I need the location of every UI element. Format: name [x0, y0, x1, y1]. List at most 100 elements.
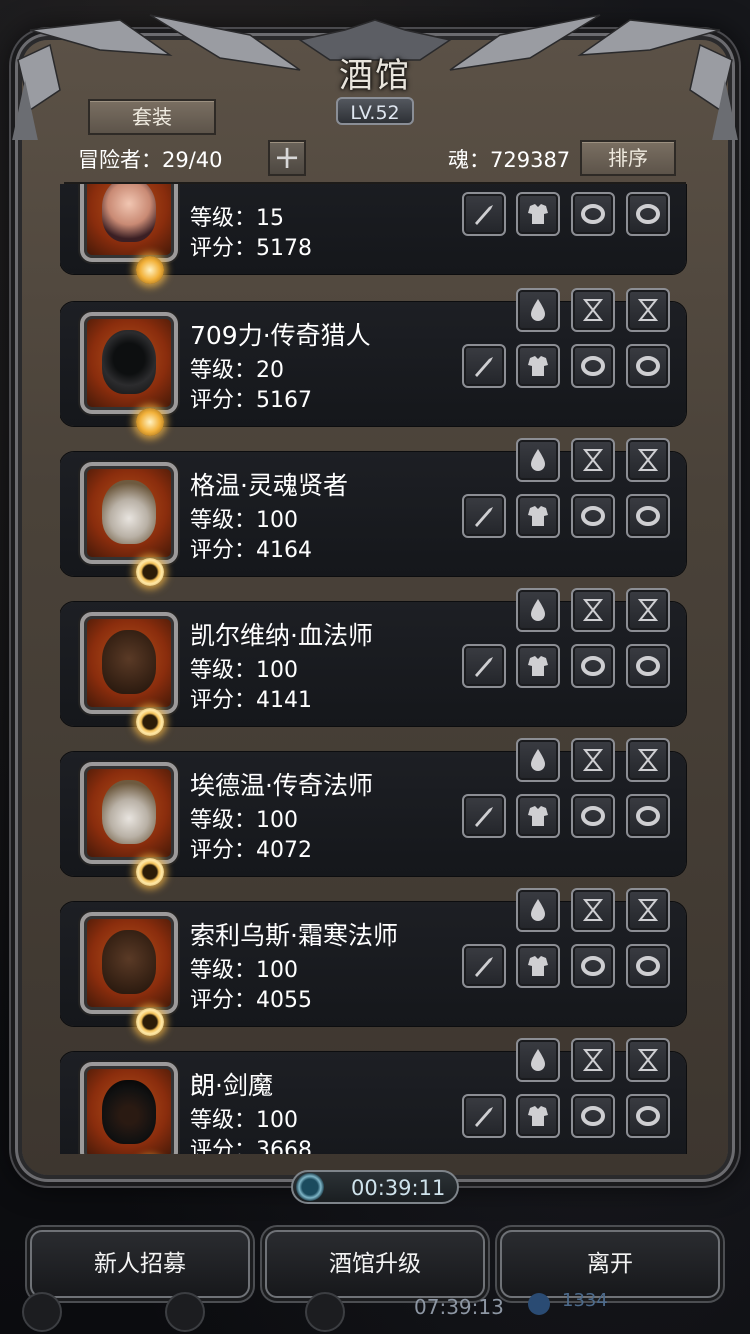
equipment-slot[interactable]	[626, 1094, 670, 1138]
equipment-slot[interactable]	[571, 588, 615, 632]
hourglass-icon	[637, 749, 659, 771]
equipment-slot[interactable]	[571, 944, 615, 988]
equipment-slot[interactable]	[516, 494, 560, 538]
hero-card[interactable]: 709力·传奇猎人 等级：20 评分：5167	[60, 288, 686, 436]
equipment-slot[interactable]	[462, 494, 506, 538]
hero-card[interactable]: 朗·剑魔 等级：100 评分：3668	[60, 1038, 686, 1154]
equipment-slot[interactable]	[516, 192, 560, 236]
equipment-slot[interactable]	[626, 944, 670, 988]
equipment-slot[interactable]	[571, 192, 615, 236]
hero-level: 等级：100	[190, 658, 298, 683]
equipment-slot[interactable]	[516, 1094, 560, 1138]
leave-button[interactable]: 离开	[500, 1230, 720, 1298]
hero-level: 等级：20	[190, 358, 284, 383]
hero-portrait[interactable]	[80, 612, 178, 736]
equipment-slot[interactable]	[626, 1038, 670, 1082]
equipment-slot[interactable]	[626, 588, 670, 632]
equipment-slot[interactable]	[626, 438, 670, 482]
hourglass-icon	[582, 899, 604, 921]
add-adventurer-button[interactable]: +	[268, 140, 306, 176]
equipment-slot[interactable]	[571, 1094, 615, 1138]
equipment-slot[interactable]	[571, 1038, 615, 1082]
equipment-slot[interactable]	[462, 794, 506, 838]
equipment-slot[interactable]	[462, 1094, 506, 1138]
hero-score: 评分：4164	[190, 538, 312, 563]
equipment-slot[interactable]	[516, 588, 560, 632]
hero-list[interactable]: 等级：15 评分：5178 709力·传奇猎人 等级：20 评分：5167 格温·灵魂贤者…	[60, 184, 690, 1154]
hourglass-icon	[637, 1049, 659, 1071]
ring-icon	[581, 956, 605, 976]
moon-badge-icon	[136, 708, 164, 736]
equipment-slot[interactable]	[516, 438, 560, 482]
equipment-slot[interactable]	[462, 644, 506, 688]
moon-badge-icon	[136, 1008, 164, 1036]
equipment-slot[interactable]	[626, 344, 670, 388]
hero-portrait[interactable]	[80, 912, 178, 1036]
hourglass-icon	[637, 599, 659, 621]
equipment-slot[interactable]	[571, 494, 615, 538]
hero-card[interactable]: 索利乌斯·霜寒法师 等级：100 评分：4055	[60, 888, 686, 1036]
equipment-slot[interactable]	[626, 192, 670, 236]
hero-card[interactable]: 凯尔维纳·血法师 等级：100 评分：4141	[60, 588, 686, 736]
equipment-slot[interactable]	[626, 794, 670, 838]
hero-portrait[interactable]	[80, 1062, 178, 1154]
equipment-slot[interactable]	[516, 1038, 560, 1082]
drop-icon	[531, 599, 545, 621]
hero-level: 等级：100	[190, 1108, 298, 1133]
equipment-slot[interactable]	[571, 644, 615, 688]
moon-badge-icon	[136, 558, 164, 586]
hero-name: 埃德温·传奇法师	[190, 771, 373, 800]
armor-icon	[528, 806, 548, 826]
equipment-slot[interactable]	[571, 888, 615, 932]
menu-icon	[305, 1292, 345, 1332]
equipment-slot[interactable]	[516, 944, 560, 988]
hero-portrait[interactable]	[80, 462, 178, 586]
equipment-slot[interactable]	[462, 944, 506, 988]
hero-card[interactable]: 格温·灵魂贤者 等级：100 评分：4164	[60, 438, 686, 586]
hero-score: 评分：5178	[190, 236, 312, 261]
soul-currency: 魂：729387	[448, 148, 571, 172]
ring-icon	[636, 1106, 660, 1126]
timer-text: 00:39:11	[351, 1176, 446, 1200]
equipment-slot[interactable]	[571, 344, 615, 388]
hero-portrait[interactable]	[80, 184, 178, 284]
drop-icon	[531, 749, 545, 771]
ring-icon	[636, 356, 660, 376]
hero-portrait[interactable]	[80, 762, 178, 886]
equipment-slot[interactable]	[516, 644, 560, 688]
equipment-slot[interactable]	[516, 794, 560, 838]
status-clock: 07:39:13	[414, 1295, 504, 1319]
hero-portrait[interactable]	[80, 312, 178, 436]
equipment-slot[interactable]	[571, 738, 615, 782]
equipment-slot[interactable]	[626, 494, 670, 538]
ring-icon	[636, 806, 660, 826]
hero-score: 评分：4072	[190, 838, 312, 863]
ring-icon	[636, 956, 660, 976]
equipment-slot[interactable]	[571, 288, 615, 332]
equipment-slot[interactable]	[626, 738, 670, 782]
equipment-slot[interactable]	[626, 288, 670, 332]
suit-button[interactable]: 套装	[88, 99, 216, 135]
equipment-slot[interactable]	[571, 438, 615, 482]
hero-card[interactable]: 等级：15 评分：5178	[60, 184, 686, 284]
hero-level: 等级：100	[190, 958, 298, 983]
equipment-slot[interactable]	[626, 888, 670, 932]
equipment-slot[interactable]	[626, 644, 670, 688]
hero-card[interactable]: 埃德温·传奇法师 等级：100 评分：4072	[60, 738, 686, 886]
sort-button[interactable]: 排序	[580, 140, 676, 176]
equipment-slot[interactable]	[571, 794, 615, 838]
recruit-button[interactable]: 新人招募	[30, 1230, 250, 1298]
equipment-slot[interactable]	[462, 192, 506, 236]
ring-icon	[581, 806, 605, 826]
equipment-slot[interactable]	[516, 344, 560, 388]
equipment-slot[interactable]	[516, 738, 560, 782]
hourglass-icon	[637, 899, 659, 921]
equipment-slot[interactable]	[462, 344, 506, 388]
adventurer-count: 冒险者：29/40	[78, 148, 223, 172]
weapon-icon	[475, 205, 493, 225]
equipment-slot[interactable]	[516, 288, 560, 332]
equipment-slot[interactable]	[516, 888, 560, 932]
hourglass-icon	[582, 449, 604, 471]
upgrade-tavern-button[interactable]: 酒馆升级	[265, 1230, 485, 1298]
ring-icon	[581, 656, 605, 676]
